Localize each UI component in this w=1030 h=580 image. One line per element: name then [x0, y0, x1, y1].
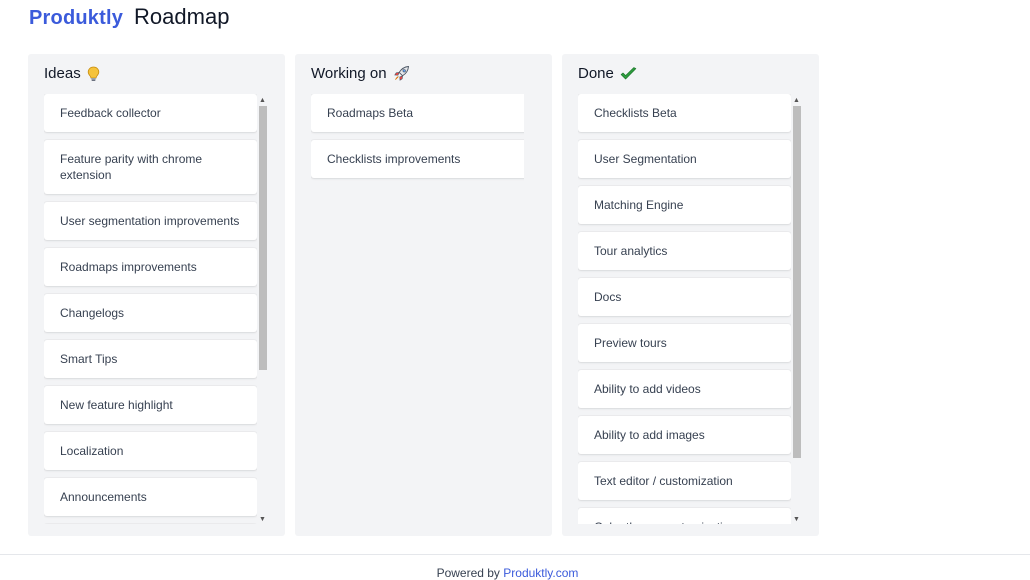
page-title: Roadmap — [134, 4, 230, 29]
column-title: Ideas — [44, 65, 81, 82]
column-title: Working on — [311, 65, 387, 82]
roadmap-card[interactable]: Changelogs — [44, 294, 257, 332]
roadmap-card[interactable]: Checklists improvements — [311, 140, 524, 178]
roadmap-card[interactable]: Preview tours — [578, 324, 791, 362]
column-done: Done Checklists Beta User Segmentation M… — [562, 54, 819, 536]
lightbulb-icon — [87, 66, 100, 82]
checkmark-icon — [620, 66, 637, 81]
scroll-up-arrow-icon[interactable]: ▲ — [792, 96, 801, 105]
produktly-link[interactable]: Produktly.com — [503, 566, 578, 580]
produktly-logo[interactable]: Produktly — [29, 7, 123, 30]
roadmap-card[interactable]: User segmentation improvements — [44, 202, 257, 240]
column-header-ideas: Ideas — [44, 65, 100, 82]
done-scrollbar[interactable]: ▲ ▼ — [792, 96, 801, 524]
ideas-card-list[interactable]: Feedback collector Feature parity with c… — [44, 94, 257, 524]
scroll-down-arrow-icon[interactable]: ▼ — [792, 515, 801, 524]
roadmap-card[interactable]: Matching Engine — [578, 186, 791, 224]
footer-text: Powered by — [436, 566, 500, 580]
page-header: Produktly Roadmap — [29, 4, 229, 34]
footer: Powered by Produktly.com — [0, 566, 1015, 580]
ideas-scrollbar[interactable]: ▲ ▼ — [258, 96, 267, 524]
column-header-done: Done — [578, 65, 637, 82]
roadmap-card[interactable]: Roadmaps improvements — [44, 248, 257, 286]
column-title: Done — [578, 65, 614, 82]
roadmap-card[interactable]: Smart Tips — [44, 340, 257, 378]
roadmap-card[interactable]: Checklists Beta — [578, 94, 791, 132]
working-on-card-list[interactable]: Roadmaps Beta Checklists improvements — [311, 94, 524, 524]
scroll-up-arrow-icon[interactable]: ▲ — [258, 96, 267, 105]
roadmap-card[interactable]: Docs — [578, 278, 791, 316]
roadmap-card[interactable]: Feature parity with chrome extension — [44, 140, 257, 194]
roadmap-card[interactable]: Ability to add videos — [578, 370, 791, 408]
scroll-thumb[interactable] — [259, 106, 267, 370]
roadmap-card[interactable]: Roadmaps Beta — [311, 94, 524, 132]
column-working-on: Working on Roadmaps Beta Checklists impr… — [295, 54, 552, 536]
roadmap-card[interactable]: User Segmentation — [578, 140, 791, 178]
column-header-working-on: Working on — [311, 65, 410, 82]
rocket-icon — [393, 65, 410, 82]
scroll-thumb[interactable] — [793, 106, 801, 458]
roadmap-card[interactable]: Localization — [44, 432, 257, 470]
done-card-list[interactable]: Checklists Beta User Segmentation Matchi… — [578, 94, 791, 524]
roadmap-card[interactable]: New feature highlight — [44, 386, 257, 424]
roadmap-card[interactable]: Announcements — [44, 478, 257, 516]
roadmap-card[interactable]: Text editor / customization — [578, 462, 791, 500]
roadmap-card[interactable]: Color theme customization — [578, 508, 791, 524]
column-ideas: Ideas Feedback collector Feature parity … — [28, 54, 285, 536]
roadmap-card[interactable]: Feedback collector — [44, 94, 257, 132]
roadmap-card[interactable]: Tour analytics — [578, 232, 791, 270]
roadmap-card[interactable]: Ability to add images — [578, 416, 791, 454]
footer-divider — [0, 554, 1030, 555]
scroll-down-arrow-icon[interactable]: ▼ — [258, 515, 267, 524]
